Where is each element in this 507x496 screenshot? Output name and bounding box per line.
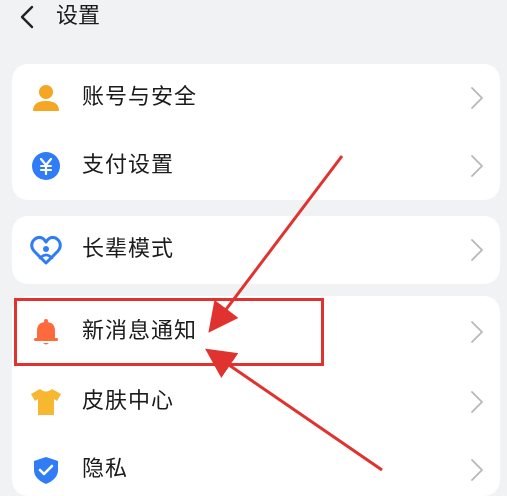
settings-item-label: 新消息通知 [82, 319, 198, 344]
settings-item-account-security[interactable]: 账号与安全 [12, 64, 500, 132]
header: 设置 [0, 0, 507, 46]
heart-person-icon [30, 234, 62, 266]
settings-item-privacy[interactable]: 隐私 [12, 436, 500, 496]
settings-item-label: 长辈模式 [82, 237, 175, 262]
yuan-icon [30, 150, 62, 182]
settings-item-label: 皮肤中心 [82, 389, 175, 414]
chevron-left-icon [20, 5, 34, 29]
settings-item-new-message-notification[interactable]: 新消息通知 [12, 298, 500, 366]
settings-group-general: 新消息通知 皮肤中心 隐私 [12, 296, 500, 496]
shield-check-icon [30, 454, 62, 486]
bell-icon [30, 316, 62, 348]
chevron-right-icon [471, 87, 483, 109]
chevron-right-icon [471, 459, 483, 481]
chevron-right-icon [471, 239, 483, 261]
settings-item-label: 支付设置 [82, 153, 175, 178]
page-title: 设置 [56, 4, 101, 29]
settings-group-elder: 长辈模式 [12, 216, 500, 284]
chevron-right-icon [471, 321, 483, 343]
settings-item-payment[interactable]: 支付设置 [12, 132, 500, 200]
tshirt-icon [30, 386, 62, 418]
settings-item-skin-center[interactable]: 皮肤中心 [12, 368, 500, 436]
settings-item-label: 隐私 [82, 457, 129, 482]
chevron-right-icon [471, 391, 483, 413]
settings-item-label: 账号与安全 [82, 85, 198, 110]
back-button[interactable] [12, 2, 42, 32]
chevron-right-icon [471, 155, 483, 177]
user-icon [30, 82, 62, 114]
settings-item-elder-mode[interactable]: 长辈模式 [12, 216, 500, 284]
settings-group-account: 账号与安全 支付设置 [12, 64, 500, 200]
